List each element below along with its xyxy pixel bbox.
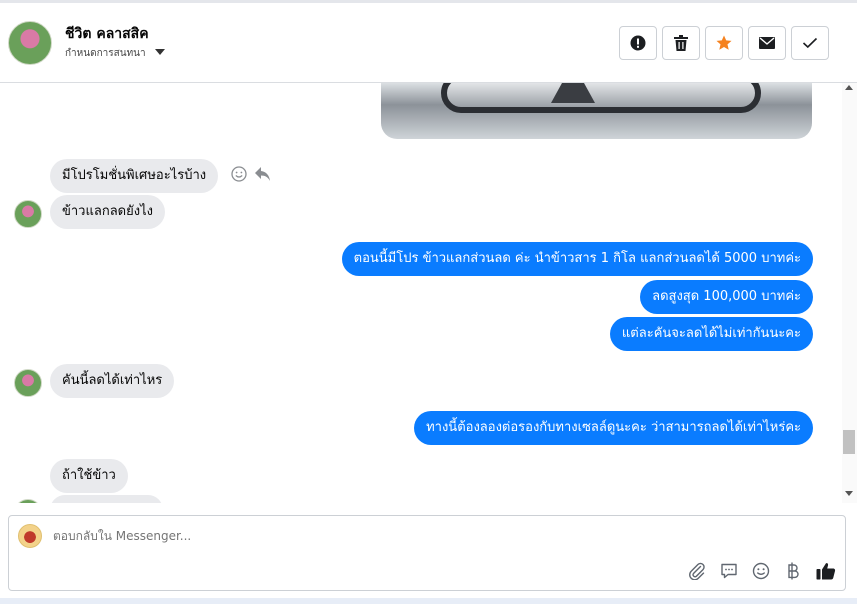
contact-avatar[interactable] [8,21,52,65]
emoji-button[interactable] [750,560,772,582]
car-grill-image [441,83,761,113]
outgoing-message[interactable]: ลดสูงสุด 100,000 บาทค่ะ [640,280,813,314]
caret-down-icon[interactable] [155,49,165,55]
payment-button[interactable] [782,560,804,582]
conversation-header: ชีวิต คลาสสิค กำหนดการสนทนา [0,0,857,83]
scroll-thumb[interactable] [843,430,855,454]
page-avatar [18,524,42,548]
car-logo-image [551,83,595,103]
incoming-message[interactable]: มีโปรโมชั่นพิเศษอะไรบ้าง [50,159,219,193]
reply-input[interactable] [53,529,753,543]
mark-unread-button[interactable] [748,26,786,60]
mark-spam-button[interactable] [619,26,657,60]
send-like-button[interactable] [815,560,837,582]
conversation-status-label[interactable]: กำหนดการสนทนา [65,46,146,61]
saved-replies-button[interactable] [718,560,740,582]
incoming-message-partial[interactable] [50,495,163,503]
outgoing-message[interactable]: ทางนี้ต้องลองต่อรองกับทางเซลล์ดูนะคะ ว่า… [414,411,813,445]
exclamation-icon [630,35,646,51]
attach-file-button[interactable] [686,560,708,582]
paperclip-icon [689,562,705,580]
baht-icon [788,562,799,580]
emoji-icon [752,562,770,580]
contact-avatar-small[interactable] [14,369,42,397]
check-icon [802,37,818,49]
trash-icon [674,35,688,51]
incoming-message[interactable]: ถ้าใช้ข้าว [50,459,128,493]
mark-done-button[interactable] [791,26,829,60]
bottom-divider [0,598,857,604]
reply-icon[interactable] [254,166,271,182]
contact-avatar-small[interactable] [14,200,42,228]
star-icon [716,35,732,50]
thumbs-up-icon [816,563,836,580]
message-thread[interactable]: มีโปรโมชั่นพิเศษอะไรบ้าง ข้าวแลกลดยังไง … [0,83,842,503]
scroll-down-arrow-icon[interactable] [845,491,853,496]
contact-name[interactable]: ชีวิต คลาสสิค [65,23,149,45]
delete-button[interactable] [662,26,700,60]
scroll-up-arrow-icon[interactable] [845,85,853,90]
car-photo-attachment[interactable] [381,83,812,139]
saved-reply-icon [721,563,737,579]
contact-avatar-small[interactable] [14,499,42,503]
incoming-message[interactable]: ข้าวแลกลดยังไง [50,195,165,229]
envelope-icon [759,37,775,49]
reply-composer [8,515,846,591]
incoming-message[interactable]: คันนี้ลดได้เท่าไหร [50,364,175,398]
outgoing-message[interactable]: แต่ละคันจะลดได้ไม่เท่ากันนะคะ [609,317,813,351]
star-button[interactable] [705,26,743,60]
react-emoji-icon[interactable] [231,166,247,182]
message-scrollbar[interactable] [842,83,857,503]
outgoing-message[interactable]: ตอนนี้มีโปร ข้าวแลกส่วนลด ค่ะ นำข้าวสาร … [341,242,813,276]
